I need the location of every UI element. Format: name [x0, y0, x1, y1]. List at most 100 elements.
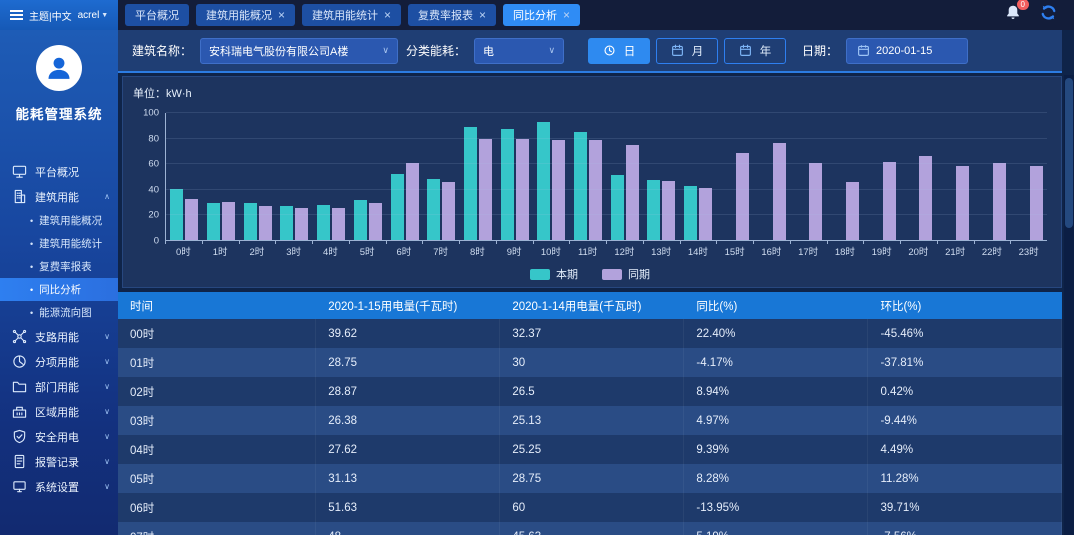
- bar-本期[interactable]: [391, 174, 404, 240]
- tab-yoy-analysis[interactable]: 同比分析×: [503, 4, 580, 26]
- chevron-down-icon: ∨: [382, 45, 389, 56]
- table-cell: 28.75: [500, 464, 684, 493]
- theme-language-switcher[interactable]: 主题|中文: [29, 8, 72, 23]
- bar-本期[interactable]: [611, 175, 624, 240]
- table-row[interactable]: 01时28.7530-4.17%-37.81%: [118, 348, 1062, 377]
- table-row[interactable]: 04时27.6225.259.39%4.49%: [118, 435, 1062, 464]
- bullet-icon: •: [30, 308, 33, 318]
- bar-同期[interactable]: [662, 181, 675, 240]
- table-row[interactable]: 07时4845.635.19%-7.56%: [118, 522, 1062, 535]
- bar-同期[interactable]: [919, 156, 932, 240]
- tab-close-icon[interactable]: ×: [278, 9, 285, 21]
- bar-本期[interactable]: [574, 132, 587, 240]
- chevron-down-icon: ∨: [104, 357, 110, 366]
- sidebar-item-label: 部门用能: [35, 379, 79, 395]
- bar-同期[interactable]: [626, 145, 639, 240]
- tab-close-icon[interactable]: ×: [384, 9, 391, 21]
- bar-同期[interactable]: [883, 162, 896, 240]
- bar-同期[interactable]: [773, 143, 786, 240]
- sidebar-item-alarm-records[interactable]: 报警记录∨: [0, 449, 118, 474]
- bar-本期[interactable]: [280, 206, 293, 240]
- table-cell: 11.28%: [868, 464, 1062, 493]
- bar-同期[interactable]: [185, 199, 198, 240]
- sidebar-item-platform-overview[interactable]: 平台概况: [0, 159, 118, 184]
- sidebar-item-department-energy[interactable]: 部门用能∨: [0, 374, 118, 399]
- table-row[interactable]: 06时51.6360-13.95%39.71%: [118, 493, 1062, 522]
- energy-type-select[interactable]: 电 ∨: [474, 38, 564, 64]
- table-cell: 60: [500, 493, 684, 522]
- hamburger-menu-icon[interactable]: [10, 10, 23, 20]
- sidebar-item-branch-energy[interactable]: 支路用能∨: [0, 324, 118, 349]
- sidebar-subitem-building-energy-overview[interactable]: •建筑用能概况: [0, 209, 118, 232]
- bar-本期[interactable]: [684, 186, 697, 240]
- sidebar-subitem-building-energy-stats[interactable]: •建筑用能统计: [0, 232, 118, 255]
- scrollbar-thumb[interactable]: [1065, 78, 1073, 228]
- bar-本期[interactable]: [427, 179, 440, 240]
- bar-同期[interactable]: [846, 182, 859, 240]
- bar-本期[interactable]: [207, 203, 220, 240]
- building-select[interactable]: 安科瑞电气股份有限公司A楼 ∨: [200, 38, 398, 64]
- bar-同期[interactable]: [222, 202, 235, 240]
- bar-本期[interactable]: [244, 203, 257, 240]
- sidebar-item-subentry-energy[interactable]: 分项用能∨: [0, 349, 118, 374]
- legend-item-同期[interactable]: 同期: [602, 266, 650, 282]
- avatar[interactable]: [36, 45, 82, 91]
- bar-本期[interactable]: [464, 127, 477, 240]
- table-cell: 00时: [118, 319, 316, 348]
- sidebar-subitem-energy-flow[interactable]: •能源流向图: [0, 301, 118, 324]
- table-cell: 05时: [118, 464, 316, 493]
- table-cell: 0.42%: [868, 377, 1062, 406]
- period-button-year[interactable]: 年: [724, 38, 786, 64]
- bar-本期[interactable]: [501, 129, 514, 240]
- bar-同期[interactable]: [552, 140, 565, 240]
- sidebar-subitem-tariff-report[interactable]: •复费率报表: [0, 255, 118, 278]
- bar-同期[interactable]: [369, 203, 382, 240]
- tab-building-energy-overview[interactable]: 建筑用能概况×: [196, 4, 295, 26]
- bar-同期[interactable]: [442, 182, 455, 240]
- date-picker-input[interactable]: 2020-01-15: [846, 38, 968, 64]
- sidebar-item-building-energy[interactable]: 建筑用能∧: [0, 184, 118, 209]
- bar-group: [203, 113, 240, 240]
- bar-同期[interactable]: [332, 208, 345, 240]
- period-button-month[interactable]: 月: [656, 38, 718, 64]
- tab-close-icon[interactable]: ×: [479, 9, 486, 21]
- bar-同期[interactable]: [736, 153, 749, 240]
- sidebar-subitem-yoy-analysis[interactable]: •同比分析: [0, 278, 118, 301]
- bar-同期[interactable]: [1030, 166, 1043, 240]
- sidebar-item-region-energy[interactable]: 区域用能∨: [0, 399, 118, 424]
- tab-building-energy-stats[interactable]: 建筑用能统计×: [302, 4, 401, 26]
- tab-platform-overview[interactable]: 平台概况: [125, 4, 189, 26]
- period-button-day[interactable]: 日: [588, 38, 650, 64]
- bar-同期[interactable]: [406, 163, 419, 240]
- tab-close-icon[interactable]: ×: [563, 9, 570, 21]
- refresh-icon[interactable]: [1039, 4, 1058, 26]
- sidebar-item-system-settings[interactable]: 系统设置∨: [0, 474, 118, 499]
- bar-同期[interactable]: [809, 163, 822, 240]
- table-row[interactable]: 02时28.8726.58.94%0.42%: [118, 377, 1062, 406]
- bar-同期[interactable]: [589, 140, 602, 240]
- table-row[interactable]: 05时31.1328.758.28%11.28%: [118, 464, 1062, 493]
- table-row[interactable]: 03时26.3825.134.97%-9.44%: [118, 406, 1062, 435]
- bar-group: [533, 113, 570, 240]
- vertical-scrollbar[interactable]: [1064, 75, 1074, 535]
- table-row[interactable]: 00时39.6232.3722.40%-45.46%: [118, 319, 1062, 348]
- bar-同期[interactable]: [259, 206, 272, 240]
- chevron-down-icon: ∨: [104, 457, 110, 466]
- caret-down-icon: ▼: [101, 12, 108, 19]
- settings-icon: [12, 479, 27, 494]
- sidebar-item-safe-power[interactable]: 安全用电∨: [0, 424, 118, 449]
- x-tick-label: 14时: [680, 241, 717, 258]
- bar-本期[interactable]: [317, 205, 330, 240]
- bar-本期[interactable]: [537, 122, 550, 240]
- bar-同期[interactable]: [295, 208, 308, 240]
- chevron-down-icon: ∨: [104, 332, 110, 341]
- bar-同期[interactable]: [956, 166, 969, 240]
- tab-tariff-report[interactable]: 复费率报表×: [408, 4, 496, 26]
- legend-item-本期[interactable]: 本期: [530, 266, 578, 282]
- notification-bell-icon[interactable]: 0: [1005, 4, 1021, 26]
- bar-同期[interactable]: [993, 163, 1006, 240]
- table-cell: 26.5: [500, 377, 684, 406]
- user-menu[interactable]: acrel ▼: [78, 10, 109, 21]
- bar-本期[interactable]: [354, 200, 367, 240]
- y-tick-label: 40: [148, 184, 159, 195]
